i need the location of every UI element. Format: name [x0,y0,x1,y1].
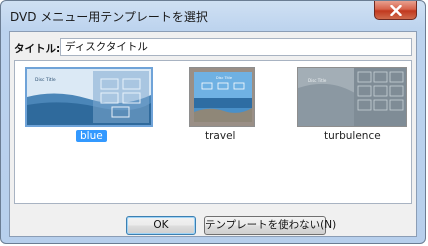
template-item-blue[interactable]: Disc Title blue [25,67,153,167]
template-label-blue: blue [76,130,107,142]
template-label-travel: travel [205,130,236,142]
close-icon [390,5,402,16]
template-label-turbulence: turbulence [324,130,381,142]
no-template-button[interactable]: テンプレートを使わない(N) [204,216,336,235]
title-label: タイトル: [14,43,61,55]
thumb-title-travel: Disc Title [216,76,232,80]
thumb-title-blue: Disc Title [35,77,56,83]
template-thumbnail-travel: Disc Title [189,67,255,127]
template-item-travel[interactable]: Disc Title travel [189,67,259,167]
title-input[interactable]: ディスクタイトル [60,38,412,56]
template-thumbnail-turbulence: Disc Title [297,67,407,127]
window-title: DVD メニュー用テンプレートを選択 [10,10,208,24]
dialog-window: DVD メニュー用テンプレートを選択 タイトル: ディスクタイトル Disc T… [0,0,426,244]
dialog-body: タイトル: ディスクタイトル Disc Title blue Disc Titl… [9,31,417,237]
title-row: タイトル: ディスクタイトル [14,38,414,56]
ok-button[interactable]: OK [126,216,196,235]
template-item-turbulence[interactable]: Disc Title turbulence [297,67,409,167]
template-thumbnail-blue: Disc Title [25,67,153,127]
title-bar[interactable]: DVD メニュー用テンプレートを選択 [1,1,425,31]
close-button[interactable] [374,1,417,20]
template-list[interactable]: Disc Title blue Disc Title travel Disc T… [14,60,412,204]
thumb-title-turbulence: Disc Title [308,78,327,83]
